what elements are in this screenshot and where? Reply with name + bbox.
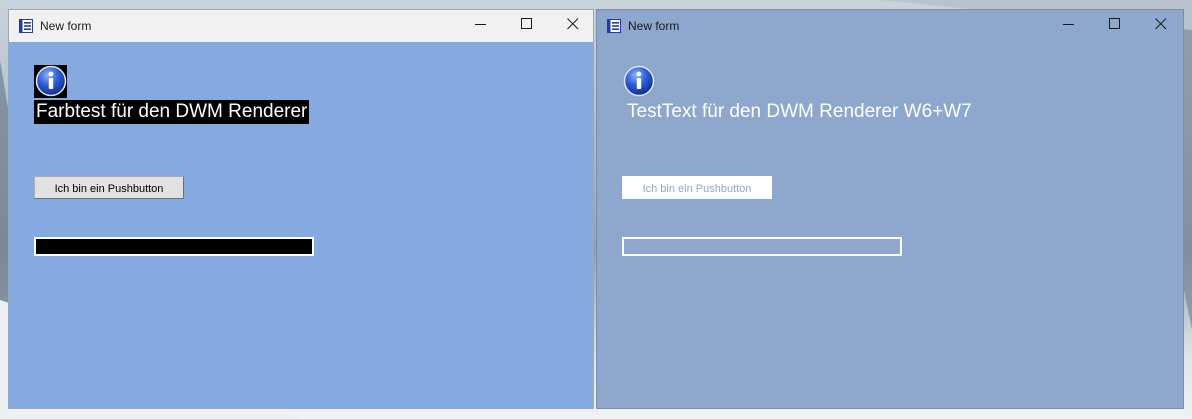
pushbutton[interactable]: Ich bin ein Pushbutton bbox=[34, 176, 184, 199]
window-title: New form bbox=[40, 19, 92, 33]
minimize-button[interactable] bbox=[1046, 10, 1092, 38]
form-client-area: TestText für den DWM Renderer W6+W7 Ich … bbox=[597, 42, 1183, 408]
headline-label: TestText für den DWM Renderer W6+W7 bbox=[627, 101, 972, 122]
maximize-button[interactable] bbox=[504, 10, 550, 38]
form-app-icon bbox=[607, 19, 621, 33]
form-window-right[interactable]: New form TestText für den DWM Renderer W… bbox=[596, 9, 1184, 409]
maximize-button[interactable] bbox=[1092, 10, 1138, 38]
minimize-button[interactable] bbox=[458, 10, 504, 38]
minimize-icon bbox=[1063, 24, 1074, 25]
progress-bar bbox=[622, 237, 902, 256]
headline-label: Farbtest für den DWM Renderer bbox=[34, 100, 310, 124]
close-icon bbox=[567, 18, 579, 30]
form-client-area: Farbtest für den DWM Renderer Ich bin ei… bbox=[9, 42, 593, 408]
info-icon bbox=[35, 65, 67, 97]
close-icon bbox=[1155, 18, 1167, 30]
title-bar[interactable]: New form bbox=[9, 10, 593, 42]
form-app-icon bbox=[19, 19, 33, 33]
title-bar[interactable]: New form bbox=[597, 10, 1183, 42]
minimize-icon bbox=[475, 24, 486, 25]
window-title: New form bbox=[628, 19, 680, 33]
maximize-icon bbox=[521, 18, 532, 29]
close-button[interactable] bbox=[550, 10, 596, 38]
progress-bar bbox=[34, 237, 314, 256]
info-icon bbox=[623, 65, 655, 97]
form-window-left[interactable]: New form Farbtest für den DWM Renderer I… bbox=[8, 9, 594, 409]
pushbutton[interactable]: Ich bin ein Pushbutton bbox=[622, 176, 772, 199]
maximize-icon bbox=[1109, 18, 1120, 29]
close-button[interactable] bbox=[1138, 10, 1184, 38]
